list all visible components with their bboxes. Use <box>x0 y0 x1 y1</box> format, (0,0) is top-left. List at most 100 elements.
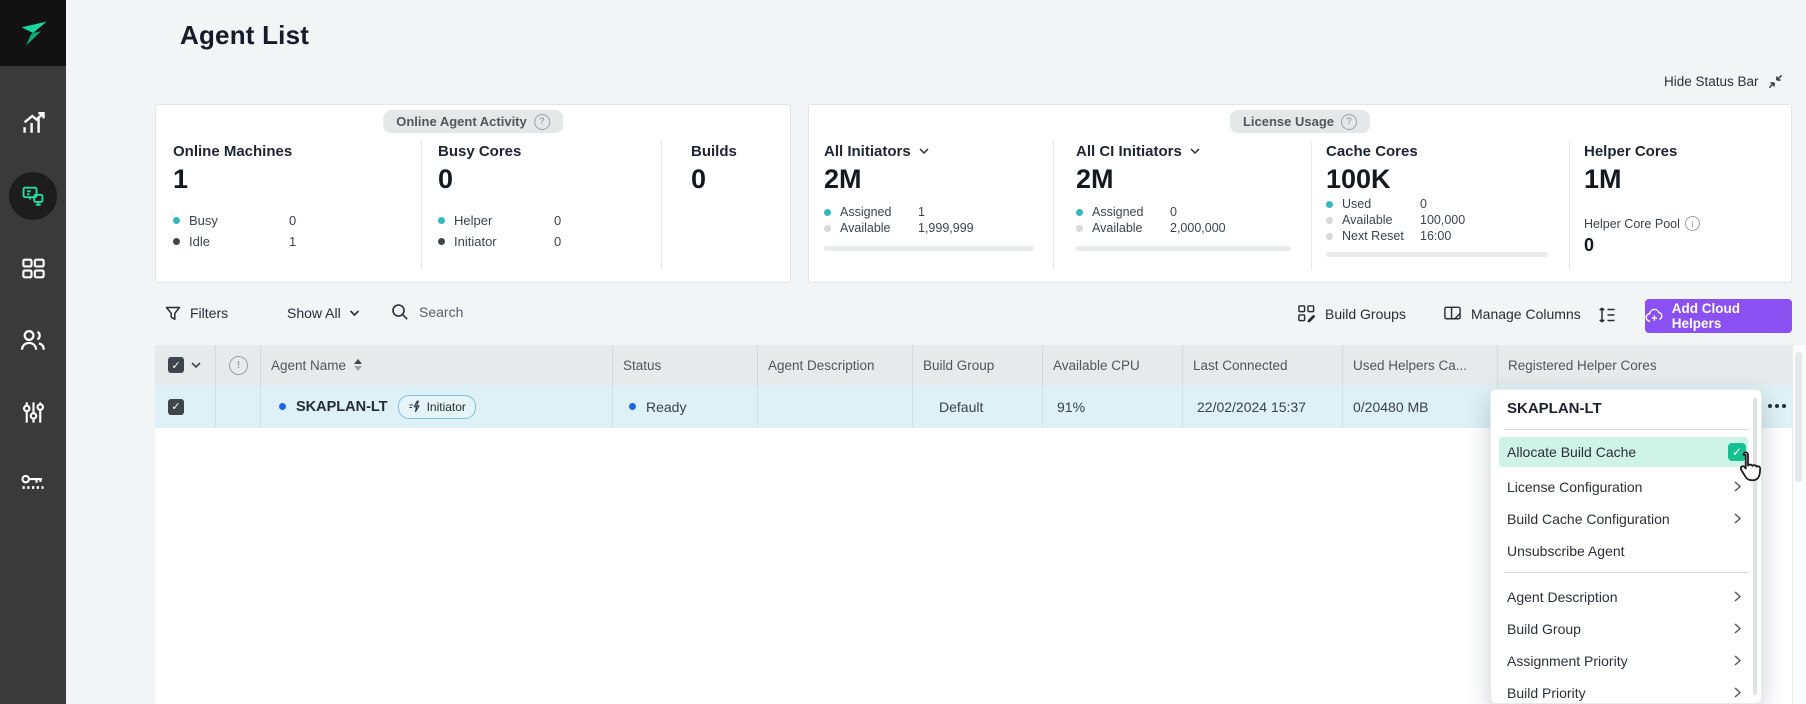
panel-divider <box>1311 141 1312 270</box>
filters-button[interactable]: Filters <box>165 305 228 321</box>
menu-item-allocate-build-cache[interactable]: Allocate Build Cache <box>1499 437 1748 467</box>
build-groups-label: Build Groups <box>1325 306 1406 322</box>
manage-columns-button[interactable]: Manage Columns <box>1443 304 1581 323</box>
chevron-down-icon <box>919 148 929 155</box>
sidebar-item-users[interactable] <box>0 312 66 368</box>
stat-available: Available 1,999,999 <box>824 220 1039 236</box>
row-available-cpu-cell: 91% <box>1042 385 1182 428</box>
hide-status-bar-button[interactable]: Hide Status Bar <box>1664 74 1783 89</box>
gray-dot-icon <box>1076 225 1083 232</box>
menu-item-label: License Configuration <box>1507 479 1642 495</box>
helper-cores-value: 1M <box>1584 165 1779 193</box>
build-groups-button[interactable]: Build Groups <box>1297 304 1406 323</box>
app-root: Agent List Hide Status Bar Online Agent … <box>0 0 1806 704</box>
header-alert-cell: ! <box>215 345 260 385</box>
active-nav-indicator <box>9 172 57 220</box>
app-logo <box>0 0 66 66</box>
agent-name: SKAPLAN-LT <box>296 399 388 415</box>
stat-label: Used <box>1342 197 1420 211</box>
all-initiators-label: All Initiators <box>824 143 911 160</box>
online-agent-activity-tab[interactable]: Online Agent Activity ? <box>383 110 563 133</box>
menu-item-license-configuration[interactable]: License Configuration <box>1491 471 1763 503</box>
stat-label: Available <box>840 221 918 235</box>
stat-label: Idle <box>189 234 289 249</box>
stat-value: 0 <box>1420 197 1427 211</box>
chevron-right-icon <box>1734 655 1741 666</box>
menu-scrollbar-thumb[interactable] <box>1753 398 1757 695</box>
menu-item-build-priority[interactable]: Build Priority <box>1491 677 1763 704</box>
stat-value: 0 <box>554 213 561 228</box>
initiator-badge: Initiator <box>398 395 476 419</box>
stat-label: Busy <box>189 213 289 228</box>
alert-icon: ! <box>229 356 248 375</box>
builds-column: Builds 0 <box>691 143 781 193</box>
helper-core-pool-label: Helper Core Pool <box>1584 217 1680 231</box>
table-scrollbar-thumb[interactable] <box>1795 352 1802 482</box>
teal-dot-icon <box>173 217 180 224</box>
all-initiators-dropdown[interactable]: All Initiators <box>824 143 1039 160</box>
sidebar-item-agents[interactable] <box>0 168 66 224</box>
show-all-dropdown[interactable]: Show All <box>287 305 360 321</box>
helper-cores-title: Helper Cores <box>1584 143 1779 160</box>
row-more-options-button[interactable] <box>1768 404 1786 408</box>
online-machines-column: Online Machines 1 Busy 0 Idle 1 <box>173 143 413 252</box>
select-menu-chevron-icon[interactable] <box>191 362 201 369</box>
panel-divider <box>1569 141 1570 270</box>
menu-item-build-group[interactable]: Build Group <box>1491 613 1763 645</box>
add-cloud-helpers-button[interactable]: Add Cloud Helpers <box>1645 299 1792 333</box>
row-description-cell <box>757 385 912 428</box>
chevron-right-icon <box>1734 513 1741 524</box>
stat-value: 1 <box>918 205 925 219</box>
header-label: Status <box>623 358 661 373</box>
header-agent-name[interactable]: Agent Name <box>260 345 612 385</box>
stat-value: 0 <box>554 234 561 249</box>
menu-item-build-cache-configuration[interactable]: Build Cache Configuration <box>1491 503 1763 535</box>
sidebar-item-builds[interactable] <box>0 240 66 296</box>
row-density-icon <box>1597 305 1617 325</box>
menu-item-label: Build Priority <box>1507 685 1586 701</box>
help-icon[interactable]: ? <box>534 114 550 130</box>
initiator-bolt-icon <box>408 400 422 413</box>
menu-item-label: Unsubscribe Agent <box>1507 543 1625 559</box>
row-checkbox[interactable]: ✓ <box>168 399 184 415</box>
analytics-icon <box>19 109 47 137</box>
settings-sliders-icon <box>20 399 47 426</box>
busy-cores-value: 0 <box>438 165 653 193</box>
ready-status-dot <box>629 403 636 410</box>
all-initiators-column: All Initiators 2M Assigned 1 Available 1… <box>824 143 1039 251</box>
header-last-connected: Last Connected <box>1182 345 1342 385</box>
helper-cores-column: Helper Cores 1M Helper Core Pool i 0 <box>1584 143 1779 256</box>
header-label: Used Helpers Ca... <box>1353 358 1467 373</box>
online-agent-activity-tab-label: Online Agent Activity <box>396 114 527 129</box>
menu-item-assignment-priority[interactable]: Assignment Priority <box>1491 645 1763 677</box>
menu-divider <box>1504 429 1749 430</box>
stat-label: Available <box>1092 221 1170 235</box>
menu-item-agent-description[interactable]: Agent Description <box>1491 581 1763 613</box>
header-label: Last Connected <box>1193 358 1288 373</box>
sidebar-item-license[interactable] <box>0 456 66 512</box>
incredibuild-logo-icon <box>17 17 49 49</box>
search-control[interactable]: Search <box>391 303 463 321</box>
cache-cores-column: Cache Cores 100K Used 0 Available 100,00… <box>1326 143 1554 257</box>
badge-label: Initiator <box>427 400 466 414</box>
all-ci-initiators-dropdown[interactable]: All CI Initiators <box>1076 143 1296 160</box>
stat-available: Available 100,000 <box>1326 212 1554 228</box>
online-machines-title: Online Machines <box>173 143 413 160</box>
hide-status-bar-label: Hide Status Bar <box>1664 74 1759 89</box>
row-status-cell: Ready <box>612 385 757 428</box>
allocate-build-cache-checkbox[interactable]: ✓ <box>1728 443 1746 461</box>
row-density-button[interactable] <box>1597 305 1617 325</box>
sidebar-item-settings[interactable] <box>0 384 66 440</box>
select-all-checkbox[interactable]: ✓ <box>168 357 184 373</box>
sidebar-item-analytics[interactable] <box>0 95 66 151</box>
teal-dot-icon <box>1076 209 1083 216</box>
info-icon[interactable]: i <box>1685 216 1700 231</box>
gray-dot-icon <box>1326 233 1333 240</box>
help-icon[interactable]: ? <box>1341 114 1357 130</box>
builds-title: Builds <box>691 143 781 160</box>
header-label: Build Group <box>923 358 994 373</box>
license-usage-tab[interactable]: License Usage ? <box>1230 110 1370 133</box>
sort-arrows-icon[interactable] <box>354 359 362 371</box>
all-ci-initiators-column: All CI Initiators 2M Assigned 0 Availabl… <box>1076 143 1296 251</box>
menu-item-unsubscribe-agent[interactable]: Unsubscribe Agent <box>1491 535 1763 567</box>
